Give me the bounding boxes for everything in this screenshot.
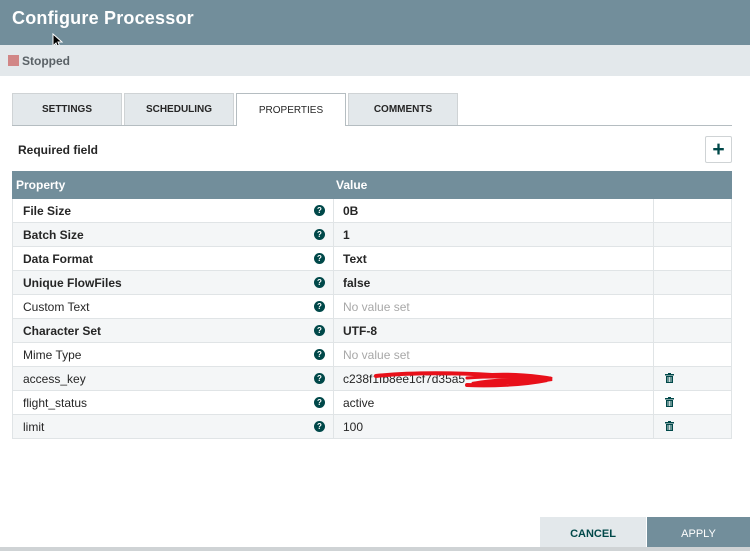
- table-row[interactable]: Data Format ? Text: [12, 247, 732, 271]
- cancel-button[interactable]: CANCEL: [540, 517, 646, 551]
- help-icon[interactable]: ?: [314, 229, 325, 240]
- table-row[interactable]: limit ? 100: [12, 415, 732, 439]
- dialog-header: Configure Processor: [0, 0, 750, 45]
- property-value[interactable]: 0B: [343, 204, 358, 218]
- property-name: limit: [23, 420, 45, 434]
- property-name: access_key: [23, 372, 86, 386]
- property-name: Custom Text: [23, 300, 90, 314]
- plus-icon: +: [712, 138, 725, 161]
- property-value[interactable]: UTF-8: [343, 324, 377, 338]
- add-property-button[interactable]: +: [705, 136, 732, 163]
- property-value[interactable]: No value set: [343, 300, 410, 314]
- table-row[interactable]: flight_status ? active: [12, 391, 732, 415]
- table-row[interactable]: Batch Size ? 1: [12, 223, 732, 247]
- property-value[interactable]: false: [343, 276, 370, 290]
- help-icon[interactable]: ?: [314, 277, 325, 288]
- trash-icon[interactable]: [665, 397, 674, 407]
- property-value[interactable]: active: [343, 396, 374, 410]
- properties-table: Property Value File Size ? 0B Batch Size…: [12, 171, 732, 439]
- table-row[interactable]: File Size ? 0B: [12, 199, 732, 223]
- redaction-scribble: [374, 371, 553, 388]
- table-row[interactable]: Custom Text ? No value set: [12, 295, 732, 319]
- property-name: Unique FlowFiles: [23, 276, 122, 290]
- footer-divider: [0, 547, 750, 551]
- property-name: flight_status: [23, 396, 88, 410]
- required-field-label: Required field: [18, 143, 99, 157]
- property-name: Character Set: [23, 324, 102, 338]
- help-icon[interactable]: ?: [314, 205, 325, 216]
- dialog-title: Configure Processor: [12, 8, 194, 28]
- tab-settings[interactable]: SETTINGS: [12, 93, 122, 125]
- table-row[interactable]: Character Set ? UTF-8: [12, 319, 732, 343]
- help-icon[interactable]: ?: [314, 253, 325, 264]
- help-icon[interactable]: ?: [314, 421, 325, 432]
- property-name: Data Format: [23, 252, 94, 266]
- property-value[interactable]: Text: [343, 252, 367, 266]
- apply-button[interactable]: APPLY: [647, 517, 750, 551]
- status-bar: [0, 45, 750, 76]
- help-icon[interactable]: ?: [314, 301, 325, 312]
- property-value[interactable]: 100: [343, 420, 363, 434]
- table-header: Property Value: [12, 171, 732, 199]
- help-icon[interactable]: ?: [314, 397, 325, 408]
- help-icon[interactable]: ?: [314, 325, 325, 336]
- column-header-value: Value: [336, 178, 368, 192]
- property-name: Mime Type: [23, 348, 82, 362]
- table-row[interactable]: Mime Type ? No value set: [12, 343, 732, 367]
- tab-scheduling[interactable]: SCHEDULING: [124, 93, 234, 125]
- trash-icon[interactable]: [665, 373, 674, 383]
- status-label: Stopped: [22, 54, 70, 68]
- column-header-property: Property: [16, 178, 66, 192]
- property-value[interactable]: No value set: [343, 348, 410, 362]
- table-row[interactable]: Unique FlowFiles ? false: [12, 271, 732, 295]
- trash-icon[interactable]: [665, 421, 674, 431]
- property-name: File Size: [23, 204, 72, 218]
- help-icon[interactable]: ?: [314, 349, 325, 360]
- help-icon[interactable]: ?: [314, 373, 325, 384]
- property-value[interactable]: 1: [343, 228, 350, 242]
- tab-comments[interactable]: COMMENTS: [348, 93, 458, 125]
- property-name: Batch Size: [23, 228, 84, 242]
- tabs-divider: [12, 125, 732, 126]
- tab-properties[interactable]: PROPERTIES: [236, 93, 346, 126]
- stopped-status-icon: [8, 55, 19, 66]
